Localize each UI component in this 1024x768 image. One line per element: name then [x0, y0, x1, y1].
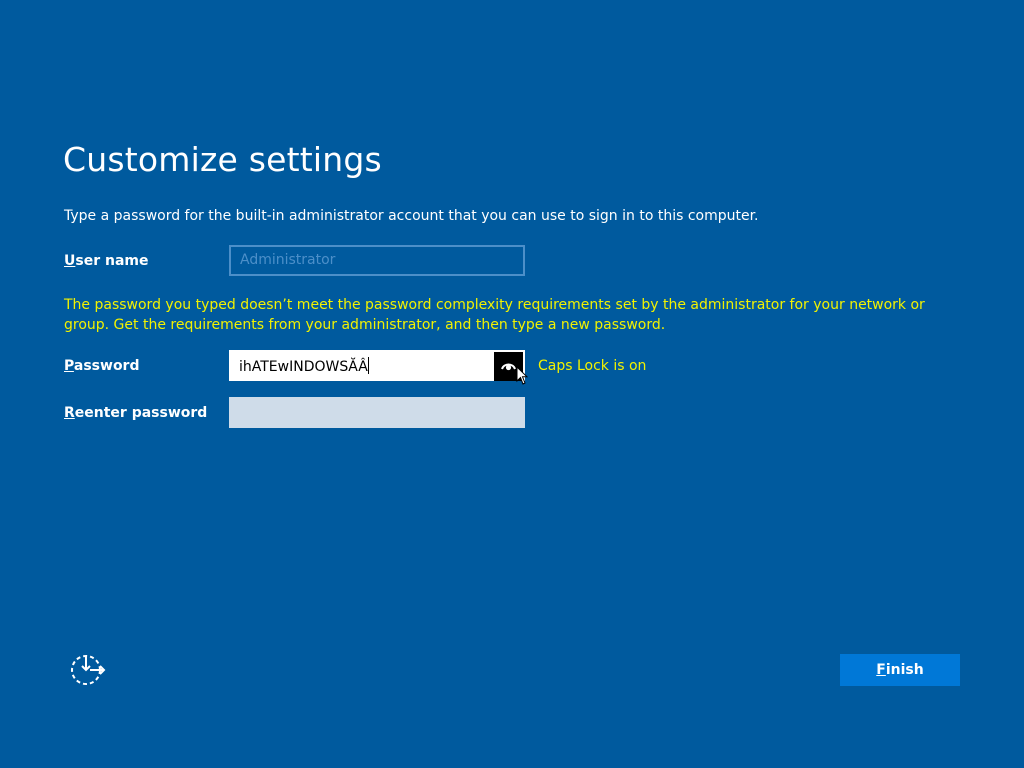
username-placeholder: Administrator	[240, 252, 336, 268]
page-description: Type a password for the built-in adminis…	[64, 208, 759, 224]
finish-label: inish	[885, 662, 924, 678]
finish-access-key: F	[876, 662, 886, 678]
password-label-access-key: P	[64, 358, 74, 374]
username-label-text: ser name	[75, 253, 149, 269]
reenter-label-text: eenter password	[74, 405, 208, 421]
text-caret	[367, 357, 369, 374]
password-label-text: assword	[73, 358, 140, 374]
ease-of-access-icon[interactable]	[70, 654, 106, 686]
username-field: Administrator	[229, 245, 525, 276]
reenter-label-access-key: R	[64, 405, 75, 421]
finish-button[interactable]: Finish	[840, 654, 960, 686]
eye-icon	[501, 363, 516, 371]
password-complexity-warning: The password you typed doesn’t meet the …	[64, 297, 925, 333]
caps-lock-indicator: Caps Lock is on	[538, 358, 647, 374]
setup-screen: Customize settings Type a password for t…	[0, 0, 1024, 768]
password-field[interactable]: ihATEwINDOWSĂÂ	[229, 350, 525, 381]
reenter-password-field[interactable]	[229, 397, 525, 428]
password-label: Password	[64, 358, 139, 374]
page-title: Customize settings	[63, 140, 382, 179]
mouse-pointer-icon	[516, 366, 528, 385]
reenter-password-label: Reenter password	[64, 405, 207, 421]
username-label: User name	[64, 253, 148, 269]
username-label-access-key: U	[64, 253, 76, 269]
password-value: ihATEwINDOWSĂÂ	[239, 359, 368, 375]
